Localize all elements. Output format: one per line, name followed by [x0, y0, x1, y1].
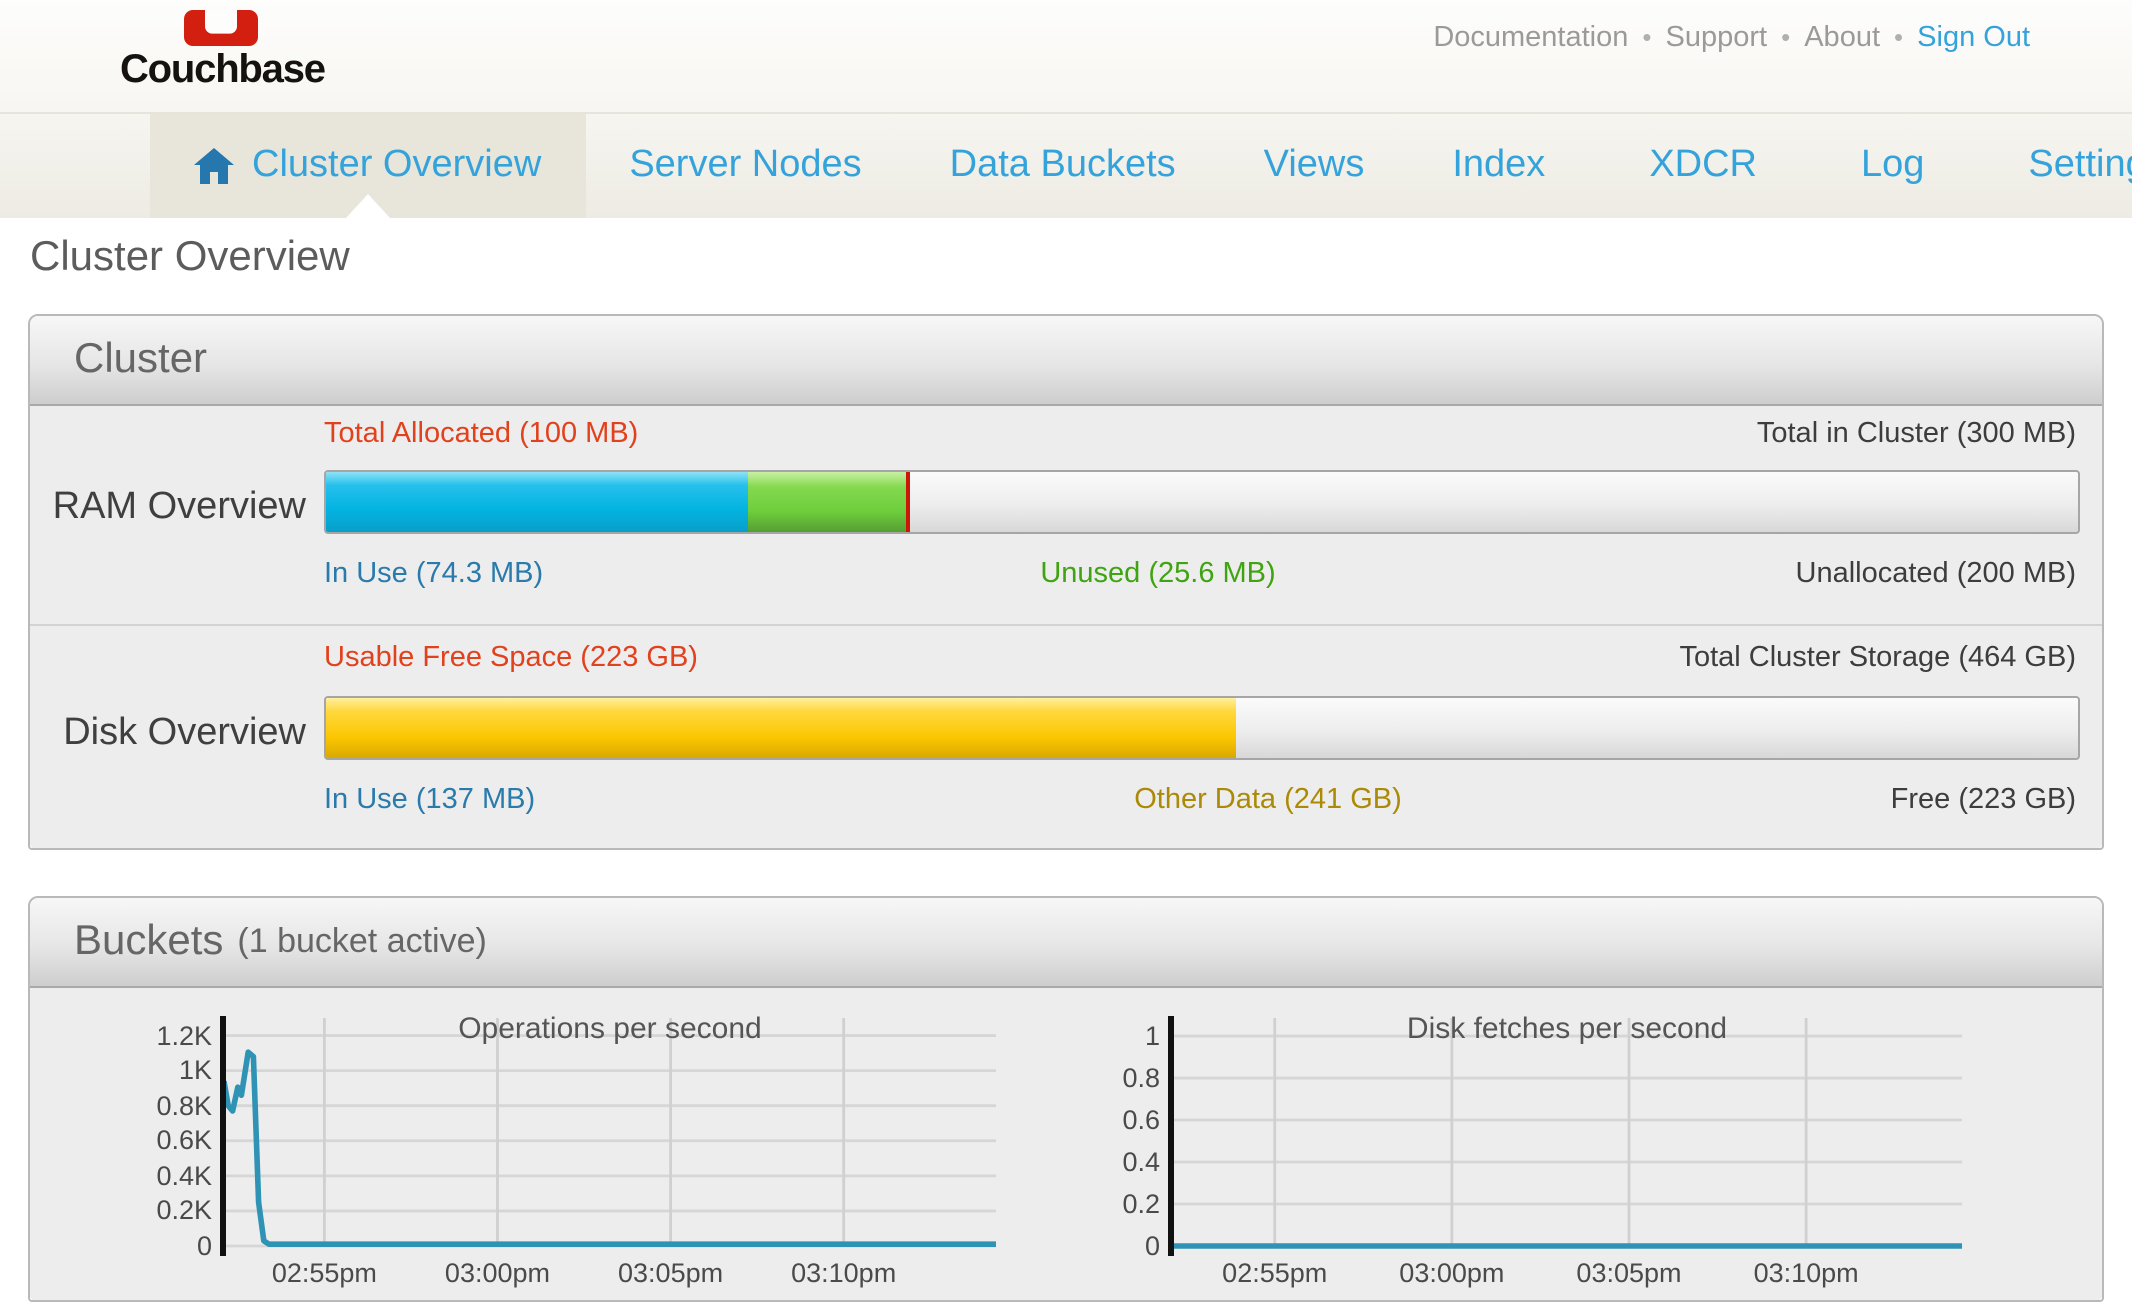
tab-label: Data Buckets	[950, 144, 1176, 188]
tab-xdcr[interactable]: XDCR	[1605, 114, 1801, 218]
y-axis-line	[1168, 1016, 1173, 1256]
couchbase-console: Couchbase Documentation • Support • About • Si…	[0, 0, 2132, 1312]
disk-used-segment	[326, 698, 1235, 758]
ram-usage-bar	[324, 470, 2080, 534]
link-separator: •	[1642, 22, 1651, 52]
ram-total-in-cluster-label: Total in Cluster (300 MB)	[1757, 418, 2076, 450]
chart-title: Disk fetches per second	[1172, 1012, 1962, 1046]
disk-in-use-label: In Use (137 MB)	[324, 784, 535, 816]
documentation-link[interactable]: Documentation	[1433, 22, 1628, 54]
tab-views[interactable]: Views	[1220, 114, 1409, 218]
chart-title: Operations per second	[224, 1012, 996, 1046]
tab-server-nodes[interactable]: Server Nodes	[585, 114, 905, 218]
tab-cluster-overview[interactable]: Cluster Overview	[150, 114, 585, 218]
row-divider	[30, 624, 2102, 626]
y-tick-label: 0.6	[1080, 1105, 1160, 1135]
disk-free-label: Free (223 GB)	[1891, 784, 2076, 816]
operations-per-second-chart: Operations per second1.2K1K0.8K0.6K0.4K0…	[224, 1018, 996, 1246]
tab-log[interactable]: Log	[1817, 114, 1968, 218]
y-tick-label: 1.2K	[132, 1021, 212, 1051]
y-tick-label: 0.8K	[132, 1091, 212, 1121]
nav-items: Cluster Overview Server Nodes Data Bucke…	[150, 114, 2132, 218]
tab-label: Views	[1264, 144, 1365, 188]
disk-total-storage-label: Total Cluster Storage (464 GB)	[1679, 642, 2076, 674]
cluster-panel-body: RAM Overview Total Allocated (100 MB) To…	[30, 406, 2102, 848]
y-tick-label: 0.2K	[132, 1196, 212, 1226]
main-nav: Cluster Overview Server Nodes Data Bucke…	[0, 112, 2132, 218]
x-tick-label: 03:10pm	[1754, 1258, 1859, 1288]
ram-unused-label: Unused (25.6 MB)	[1040, 558, 1275, 590]
ram-overview-label: RAM Overview	[30, 486, 306, 530]
ram-in-use-segment	[326, 472, 748, 532]
cluster-panel-header: Cluster	[30, 316, 2102, 406]
x-tick-label: 03:00pm	[1399, 1258, 1504, 1288]
tab-label: Settings	[2028, 144, 2132, 188]
top-header: Couchbase Documentation • Support • About • Si…	[0, 0, 2132, 112]
ram-unused-segment	[748, 472, 906, 532]
y-tick-label: 0.2	[1080, 1189, 1160, 1219]
logo-text: Couchbase	[120, 48, 320, 94]
tab-data-buckets[interactable]: Data Buckets	[906, 114, 1220, 218]
tab-label: Log	[1861, 144, 1924, 188]
x-tick-label: 03:00pm	[445, 1258, 550, 1288]
sign-out-link[interactable]: Sign Out	[1917, 22, 2030, 54]
x-tick-label: 02:55pm	[272, 1258, 377, 1288]
cluster-panel-title: Cluster	[74, 336, 207, 384]
y-tick-label: 1K	[132, 1056, 212, 1086]
buckets-panel-body: Operations per second 1.2K 1K 0.8K 0.6K 0.4K 0…	[30, 988, 2102, 1300]
series-line-ops-per-second	[224, 1052, 996, 1244]
y-tick-label: 0.6K	[132, 1126, 212, 1156]
buckets-panel-subtitle: (1 bucket active)	[237, 922, 486, 962]
disk-fetches-per-second-chart: Disk fetches per second10.80.60.40.2002:…	[1172, 1018, 1962, 1246]
ram-total-allocated-label: Total Allocated (100 MB)	[324, 418, 638, 450]
x-tick-label: 03:05pm	[1576, 1258, 1681, 1288]
y-axis-line	[220, 1016, 225, 1256]
chart-canvas	[224, 1018, 996, 1246]
buckets-panel-title: Buckets	[74, 918, 223, 966]
link-separator: •	[1894, 22, 1903, 52]
y-tick-label: 1	[1080, 1021, 1160, 1051]
tab-label: XDCR	[1649, 144, 1757, 188]
couchbase-logo: Couchbase	[120, 6, 320, 94]
couchbase-couch-icon	[183, 10, 257, 46]
y-tick-label: 0	[132, 1231, 212, 1261]
chart-canvas	[1172, 1018, 1962, 1246]
buckets-panel: Buckets (1 bucket active) Operations per…	[28, 896, 2104, 1302]
about-link[interactable]: About	[1804, 22, 1880, 54]
y-tick-label: 0.8	[1080, 1063, 1160, 1093]
tab-label: Cluster Overview	[252, 144, 541, 188]
utility-links: Documentation • Support • About • Sign Out	[1433, 22, 2030, 54]
active-tab-notch	[346, 194, 390, 218]
buckets-panel-header: Buckets (1 bucket active)	[30, 898, 2102, 988]
x-tick-label: 03:05pm	[618, 1258, 723, 1288]
disk-overview-label: Disk Overview	[30, 712, 306, 756]
ram-quota-marker	[907, 472, 911, 532]
disk-usable-free-label: Usable Free Space (223 GB)	[324, 642, 698, 674]
ram-unallocated-label: Unallocated (200 MB)	[1796, 558, 2077, 590]
tab-label: Server Nodes	[629, 144, 861, 188]
ram-in-use-label: In Use (74.3 MB)	[324, 558, 543, 590]
tab-settings[interactable]: Settings	[1984, 114, 2132, 218]
home-icon	[194, 147, 234, 185]
tab-label: Index	[1452, 144, 1545, 188]
y-tick-label: 0.4K	[132, 1161, 212, 1191]
y-tick-label: 0	[1080, 1231, 1160, 1261]
page-title: Cluster Overview	[30, 234, 350, 282]
link-separator: •	[1781, 22, 1790, 52]
disk-other-data-label: Other Data (241 GB)	[1134, 784, 1402, 816]
y-tick-label: 0.4	[1080, 1147, 1160, 1177]
tab-index[interactable]: Index	[1408, 114, 1589, 218]
x-tick-label: 03:10pm	[791, 1258, 896, 1288]
disk-usage-bar	[324, 696, 2080, 760]
support-link[interactable]: Support	[1666, 22, 1768, 54]
x-tick-label: 02:55pm	[1222, 1258, 1327, 1288]
cluster-panel: Cluster RAM Overview Total Allocated (10…	[28, 314, 2104, 850]
